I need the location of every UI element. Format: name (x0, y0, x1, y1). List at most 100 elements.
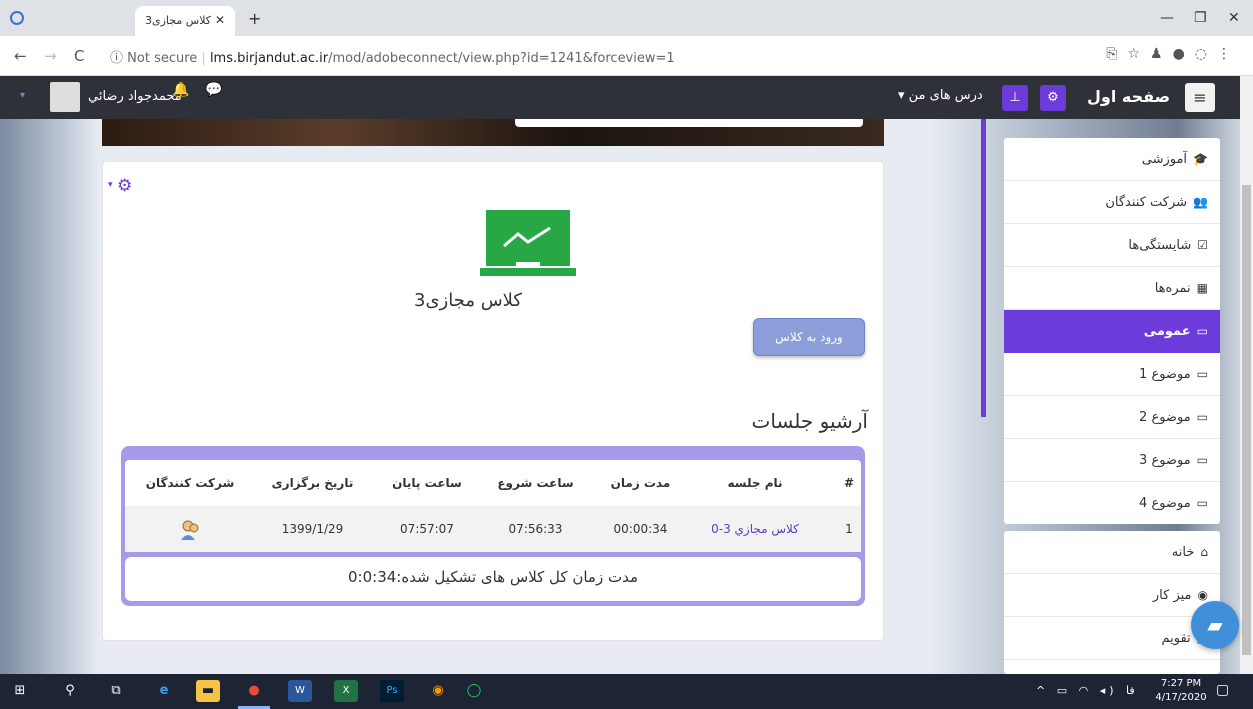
my-courses-menu[interactable]: درس های من ▾ (898, 88, 983, 103)
extension-icons[interactable]: ⎘☆♟●◌⋮ (1106, 46, 1241, 62)
whatsapp-icon[interactable]: ◯ (462, 680, 486, 702)
windows-start-icon[interactable]: ⊞ (8, 680, 32, 702)
sidebar-item-label: شایستگی‌ها (1128, 238, 1192, 253)
enter-class-button[interactable]: ورود به کلاس (753, 318, 865, 356)
session-archive-heading: آرشیو جلسات (751, 409, 868, 433)
course-nav-sidebar: 🎓 آموزشی 👥 شرکت کنندگان ☑ شایستگی‌ها ▦ نمره‌… (1004, 138, 1220, 524)
session-date: 1399/1/29 (281, 522, 344, 536)
sidebar-item-label: آموزشی (1141, 152, 1188, 167)
graduation-cap-icon: 🎓 (1193, 152, 1208, 166)
sidebar-item-grades[interactable]: ▦ نمره‌ها (1004, 267, 1220, 310)
site-nav-sidebar: ⌂ خانه ◉میز کار ▦تقویم (1004, 531, 1220, 674)
word-icon[interactable]: W (288, 680, 312, 702)
sidebar-item-topic-2[interactable]: ▭ موضوع 2 (1004, 396, 1220, 439)
sidebar-item-label: عمومی (1143, 324, 1191, 339)
table-row: 1 کلاس مجازي 3-0 00:00:34 07:56:33 07:57… (125, 506, 861, 552)
col-session-name: نام جلسه (727, 476, 783, 490)
sidebar-item-participants[interactable]: 👥 شرکت کنندگان (1004, 181, 1220, 224)
activity-title: کلاس مجازی3 (414, 290, 522, 311)
sidebar-item-label: موضوع 1 (1139, 367, 1191, 382)
table-header: # نام جلسه مدت زمان ساعت شروع ساعت پایان… (125, 460, 861, 506)
chrome-icon[interactable]: ● (242, 680, 266, 702)
sidebar-item-label: موضوع 2 (1139, 410, 1191, 425)
sessions-table-container: # نام جلسه مدت زمان ساعت شروع ساعت پایان… (121, 446, 865, 606)
security-label: Not secure (127, 51, 198, 66)
session-name-link[interactable]: کلاس مجازي 3-0 (700, 506, 810, 552)
back-button[interactable]: ← (14, 47, 27, 65)
user-menu-caret-icon[interactable]: ▾ (20, 90, 25, 101)
tab-title: کلاس مجازی3 (145, 14, 211, 27)
classroom-board-icon (480, 210, 576, 276)
site-name-link[interactable]: صفحه اول (1087, 87, 1170, 106)
sidebar-item-calendar[interactable]: ▦تقویم (1004, 617, 1220, 660)
avatar[interactable] (50, 82, 80, 112)
messages-icon[interactable]: 💬 (205, 82, 222, 98)
sessions-table: # نام جلسه مدت زمان ساعت شروع ساعت پایان… (125, 460, 861, 552)
sidebar-item-general[interactable]: ▭ عمومی (1004, 310, 1220, 353)
session-start-time: 07:56:33 (508, 522, 563, 536)
minimize-button[interactable]: — (1160, 10, 1174, 26)
folder-icon: ▭ (1196, 453, 1208, 467)
sidebar-item-dashboard[interactable]: ◉میز کار (1004, 574, 1220, 617)
participants-icon[interactable] (135, 506, 245, 552)
file-explorer-icon[interactable]: ▬ (196, 680, 220, 702)
settings-gear-icon[interactable]: ⚙ (117, 176, 132, 196)
browser-tab[interactable]: کلاس مجازی3 ✕ (135, 6, 235, 36)
users-icon: 👥 (1193, 195, 1208, 209)
sidebar-item-topic-3[interactable]: ▭ موضوع 3 (1004, 439, 1220, 482)
folder-icon: ▭ (1196, 410, 1208, 424)
scrollbar-thumb[interactable] (1242, 185, 1251, 655)
input-language[interactable]: فا (1126, 684, 1135, 697)
browser-tabstrip: کلاس مجازی3 ✕ + — ❐ ✕ (0, 0, 1253, 36)
system-tray-icons[interactable]: ^ ▭ ◠ ◂) (1036, 684, 1118, 697)
sidebar-item-competencies[interactable]: ☑ شایستگی‌ها (1004, 224, 1220, 267)
forward-button[interactable]: → (44, 47, 57, 65)
home-icon: ⌂ (1200, 545, 1208, 559)
url-path: /mod/adobeconnect/view.php?id=1241&force… (328, 51, 675, 66)
sidebar-item-label: خانه (1171, 545, 1195, 560)
taskbar-clock[interactable]: 7:27 PM 4/17/2020 (1150, 677, 1212, 705)
sidebar-item-label: شرکت کنندگان (1105, 195, 1188, 210)
windows-taskbar: ⊞ ⚲ ⧉ e ▬ ● W X Ps ◉ ◯ ^ ▭ ◠ ◂) فا 7:27 … (0, 674, 1253, 709)
sidebar-item-home[interactable]: ⌂ خانه (1004, 531, 1220, 574)
cogs-icon[interactable]: ⚙ (1040, 85, 1066, 111)
session-duration: 00:00:34 (613, 522, 668, 536)
notifications-bell-icon[interactable]: 🔔 (172, 82, 189, 98)
col-start-time: ساعت شروع (497, 476, 574, 490)
sidebar-item-education[interactable]: 🎓 آموزشی (1004, 138, 1220, 181)
user-name[interactable]: محمدجواد رضائي (88, 89, 182, 104)
url-input[interactable]: ⓘ Not secure | lms.birjandut.ac.ir/mod/a… (110, 47, 675, 66)
notification-center-icon[interactable]: ▢ (1216, 682, 1229, 698)
row-number: 1 (845, 522, 853, 536)
search-icon[interactable]: ⚲ (58, 680, 82, 702)
sidebar-item-topic-1[interactable]: ▭ موضوع 1 (1004, 353, 1220, 396)
sidebar-item-label: تقویم (1161, 631, 1191, 646)
firefox-icon[interactable]: ◉ (426, 680, 450, 702)
clock-time: 7:27 PM (1160, 678, 1202, 689)
site-info-icon[interactable]: ⓘ (110, 51, 123, 66)
excel-icon[interactable]: X (334, 680, 358, 702)
settings-caret-icon[interactable]: ▾ (108, 180, 113, 190)
photoshop-icon[interactable]: Ps (380, 680, 404, 702)
edge-icon[interactable]: e (152, 680, 176, 702)
task-view-icon[interactable]: ⧉ (104, 680, 128, 702)
reload-button[interactable]: C (74, 47, 84, 65)
moodle-navbar: ▾ محمدجواد رضائي 🔔 💬 درس های من ▾ ⊥ ⚙ صف… (0, 76, 1245, 119)
col-end-time: ساعت پایان (392, 476, 462, 490)
new-tab-button[interactable]: + (248, 9, 261, 28)
sidebar-item-label: میز کار (1152, 588, 1192, 603)
folder-icon: ▭ (1196, 324, 1208, 338)
sidebar-item-label: موضوع 4 (1139, 496, 1191, 511)
banner-overlay-box (515, 119, 863, 127)
tab-close-icon[interactable]: ✕ (215, 13, 225, 27)
col-number: # (843, 476, 855, 490)
sitemap-icon[interactable]: ⊥ (1002, 85, 1028, 111)
sidebar-item-topic-4[interactable]: ▭ موضوع 4 (1004, 482, 1220, 525)
close-window-button[interactable]: ✕ (1228, 10, 1240, 26)
activity-card: ▾ ⚙ کلاس مجازی3 ورود به کلاس آرشیو جلسات… (102, 161, 884, 641)
hamburger-menu-icon[interactable]: ≡ (1185, 83, 1215, 112)
url-host: lms.birjandut.ac.ir (209, 51, 329, 66)
col-participants: شرکت کنندگان (145, 476, 235, 490)
chat-floating-button[interactable]: ▰ (1191, 601, 1239, 649)
maximize-button[interactable]: ❐ (1194, 10, 1207, 26)
